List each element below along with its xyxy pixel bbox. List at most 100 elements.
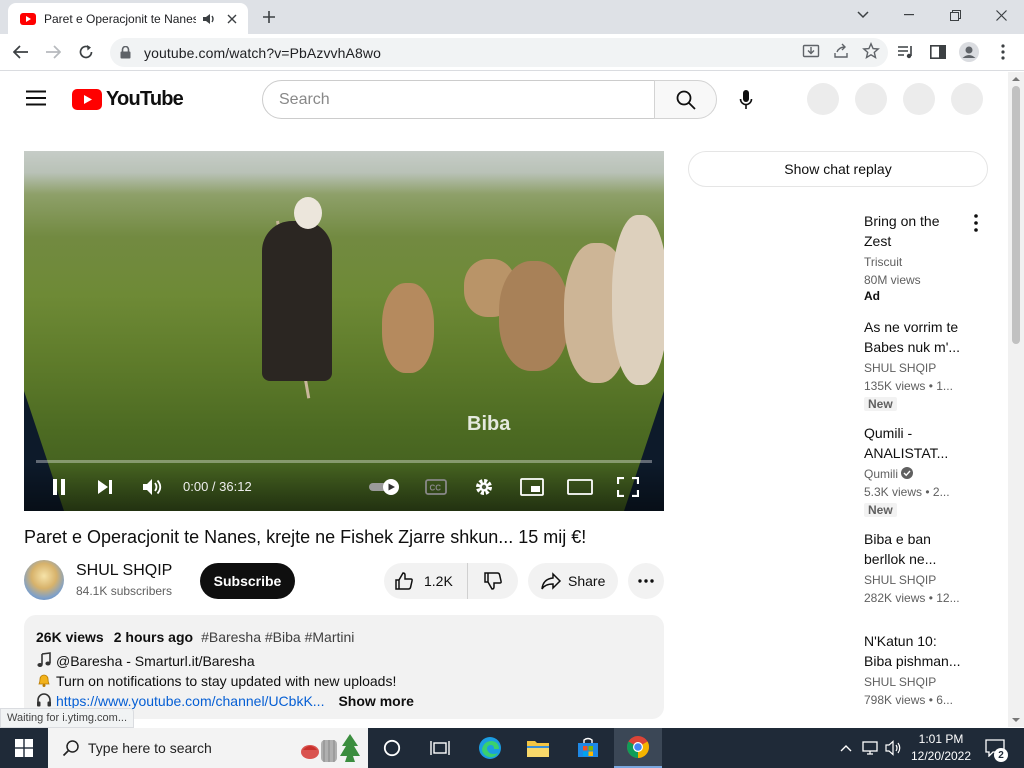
scroll-down-arrow-icon[interactable] (1008, 715, 1024, 725)
show-hidden-icons-chevron-icon[interactable] (838, 728, 854, 768)
new-badge: New (864, 503, 897, 517)
browser-tab-strip: Paret e Operacjonit te Nanes, kre (0, 0, 1024, 34)
recommendation-title: Babes nuk m'... (864, 339, 961, 355)
pause-icon[interactable] (46, 475, 72, 499)
channel-avatar[interactable] (24, 560, 64, 600)
bookmark-star-icon[interactable] (862, 42, 880, 65)
network-icon[interactable] (860, 728, 880, 768)
thumbs-up-icon (395, 572, 413, 590)
profile-avatar-icon[interactable] (958, 41, 980, 63)
bell-icon (36, 672, 52, 691)
video-frame: Biba (24, 151, 664, 511)
chrome-taskbar-icon[interactable] (614, 728, 662, 768)
recommendation-meta: 80M views (864, 273, 921, 287)
search-input[interactable]: Search (262, 80, 655, 119)
edge-browser-icon[interactable] (466, 728, 514, 768)
file-explorer-icon[interactable] (514, 728, 562, 768)
channel-link[interactable]: https://www.youtube.com/channel/UCbkK... (56, 693, 324, 709)
svg-text:CC: CC (430, 484, 442, 493)
recommendation-channel: Triscuit (864, 255, 903, 269)
task-view-icon[interactable] (416, 728, 464, 768)
search-icon (676, 90, 696, 110)
show-chat-replay-button[interactable]: Show chat replay (688, 151, 988, 187)
side-panel-icon[interactable] (927, 41, 949, 63)
scroll-up-arrow-icon[interactable] (1008, 74, 1024, 84)
windows-start-icon[interactable] (0, 728, 48, 768)
tab-audio-icon[interactable] (202, 11, 218, 27)
more-horizontal-icon (638, 579, 654, 583)
microsoft-store-icon[interactable] (564, 728, 612, 768)
hamburger-menu-icon[interactable] (26, 90, 46, 108)
tab-title: Paret e Operacjonit te Nanes, kre (44, 11, 196, 26)
recommendation-item[interactable]: Bring on the Zest Triscuit 80M views Ad (864, 211, 974, 303)
recommendation-item[interactable]: Biba e ban berllok ne... SHUL SHQIP 282K… (864, 529, 974, 607)
share-label: Share (568, 573, 606, 589)
speaker-volume-icon[interactable] (884, 728, 904, 768)
hashtags[interactable]: #Baresha #Biba #Martini (201, 629, 354, 645)
theater-mode-icon[interactable] (567, 475, 593, 499)
search-button[interactable] (654, 80, 717, 119)
recommendation-item[interactable]: Qumili - ANALISTAT... Qumili 5.3K views … (864, 423, 974, 519)
back-arrow-icon[interactable] (10, 41, 32, 63)
description-meta: 26K views 2 hours ago #Baresha #Biba #Ma… (36, 627, 652, 647)
recommendation-title: Qumili - (864, 425, 913, 441)
recommendation-item[interactable]: N'Katun 10: Biba pishman... SHUL SHQIP 7… (864, 631, 974, 709)
player-controls: 0:00 / 36:12 CC (24, 463, 664, 511)
recommendation-meta: 5.3K views • 2... (864, 485, 950, 499)
settings-gear-icon[interactable] (471, 475, 497, 499)
address-bar[interactable]: youtube.com/watch?v=PbAzvvhA8wo (110, 38, 888, 67)
media-control-icon[interactable] (895, 41, 917, 63)
recommendation-channel-row: Qumili (864, 465, 974, 483)
url-text[interactable]: youtube.com/watch?v=PbAzvvhA8wo (144, 45, 381, 61)
more-actions-button[interactable] (628, 563, 664, 599)
recommendation-title: Bring on the (864, 213, 940, 229)
taskbar-search-box[interactable]: Type here to search (48, 728, 368, 768)
channel-name[interactable]: SHUL SHQIP (76, 562, 172, 580)
like-button[interactable]: 1.2K (384, 563, 468, 599)
more-vertical-icon[interactable] (968, 213, 984, 233)
thumbs-down-icon (484, 572, 502, 590)
description-box[interactable]: 26K views 2 hours ago #Baresha #Biba #Ma… (24, 615, 664, 719)
browser-tab[interactable]: Paret e Operacjonit te Nanes, kre (8, 3, 248, 34)
recommendation-title: Zest (864, 233, 892, 249)
subscribe-button[interactable]: Subscribe (200, 563, 295, 599)
show-more-button[interactable]: Show more (338, 693, 413, 709)
recommendation-title: ANALISTAT... (864, 445, 949, 461)
restore-icon[interactable] (932, 0, 978, 30)
lock-icon[interactable] (120, 46, 134, 60)
fullscreen-icon[interactable] (615, 475, 641, 499)
youtube-logo[interactable]: YouTube (72, 88, 184, 111)
page-scrollbar[interactable] (1008, 72, 1024, 727)
autoplay-toggle[interactable] (368, 478, 402, 496)
forward-arrow-icon[interactable] (42, 41, 64, 63)
scrollbar-thumb[interactable] (1012, 86, 1020, 344)
video-player[interactable]: Biba 0:00 / 36:12 CC (24, 151, 664, 511)
volume-icon[interactable] (140, 475, 166, 499)
next-video-icon[interactable] (92, 475, 118, 499)
share-page-icon[interactable] (832, 42, 850, 65)
share-button[interactable]: Share (528, 563, 618, 599)
dislike-button[interactable] (468, 563, 518, 599)
tab-close-icon[interactable] (224, 11, 240, 27)
clock-time: 1:01 PM (918, 732, 964, 746)
reload-icon[interactable] (75, 41, 97, 63)
taskbar-clock[interactable]: 1:01 PM 12/20/2022 (906, 731, 976, 765)
cortana-icon[interactable] (368, 728, 416, 768)
recommendation-title: Biba pishman... (864, 653, 961, 669)
close-window-icon[interactable] (978, 0, 1024, 30)
recommendation-item[interactable]: As ne vorrim te Babes nuk m'... SHUL SHQ… (864, 317, 974, 413)
microphone-icon (739, 90, 753, 109)
subtitles-icon[interactable]: CC (423, 475, 449, 499)
video-scene-sheep (382, 283, 434, 373)
voice-search-button[interactable] (727, 81, 765, 119)
new-tab-icon[interactable] (260, 8, 278, 26)
minimize-icon[interactable] (886, 0, 932, 30)
video-scene-sheep (612, 215, 664, 385)
install-app-icon[interactable] (802, 42, 820, 65)
youtube-page: YouTube Search Biba 0:00 / 36:12 CC Pare… (0, 72, 1008, 727)
chrome-menu-icon[interactable] (992, 41, 1014, 63)
tab-search-chevron-icon[interactable] (840, 0, 886, 30)
recommendation-title: berllok ne... (864, 551, 937, 567)
time-display: 0:00 / 36:12 (183, 479, 252, 494)
miniplayer-icon[interactable] (519, 475, 545, 499)
